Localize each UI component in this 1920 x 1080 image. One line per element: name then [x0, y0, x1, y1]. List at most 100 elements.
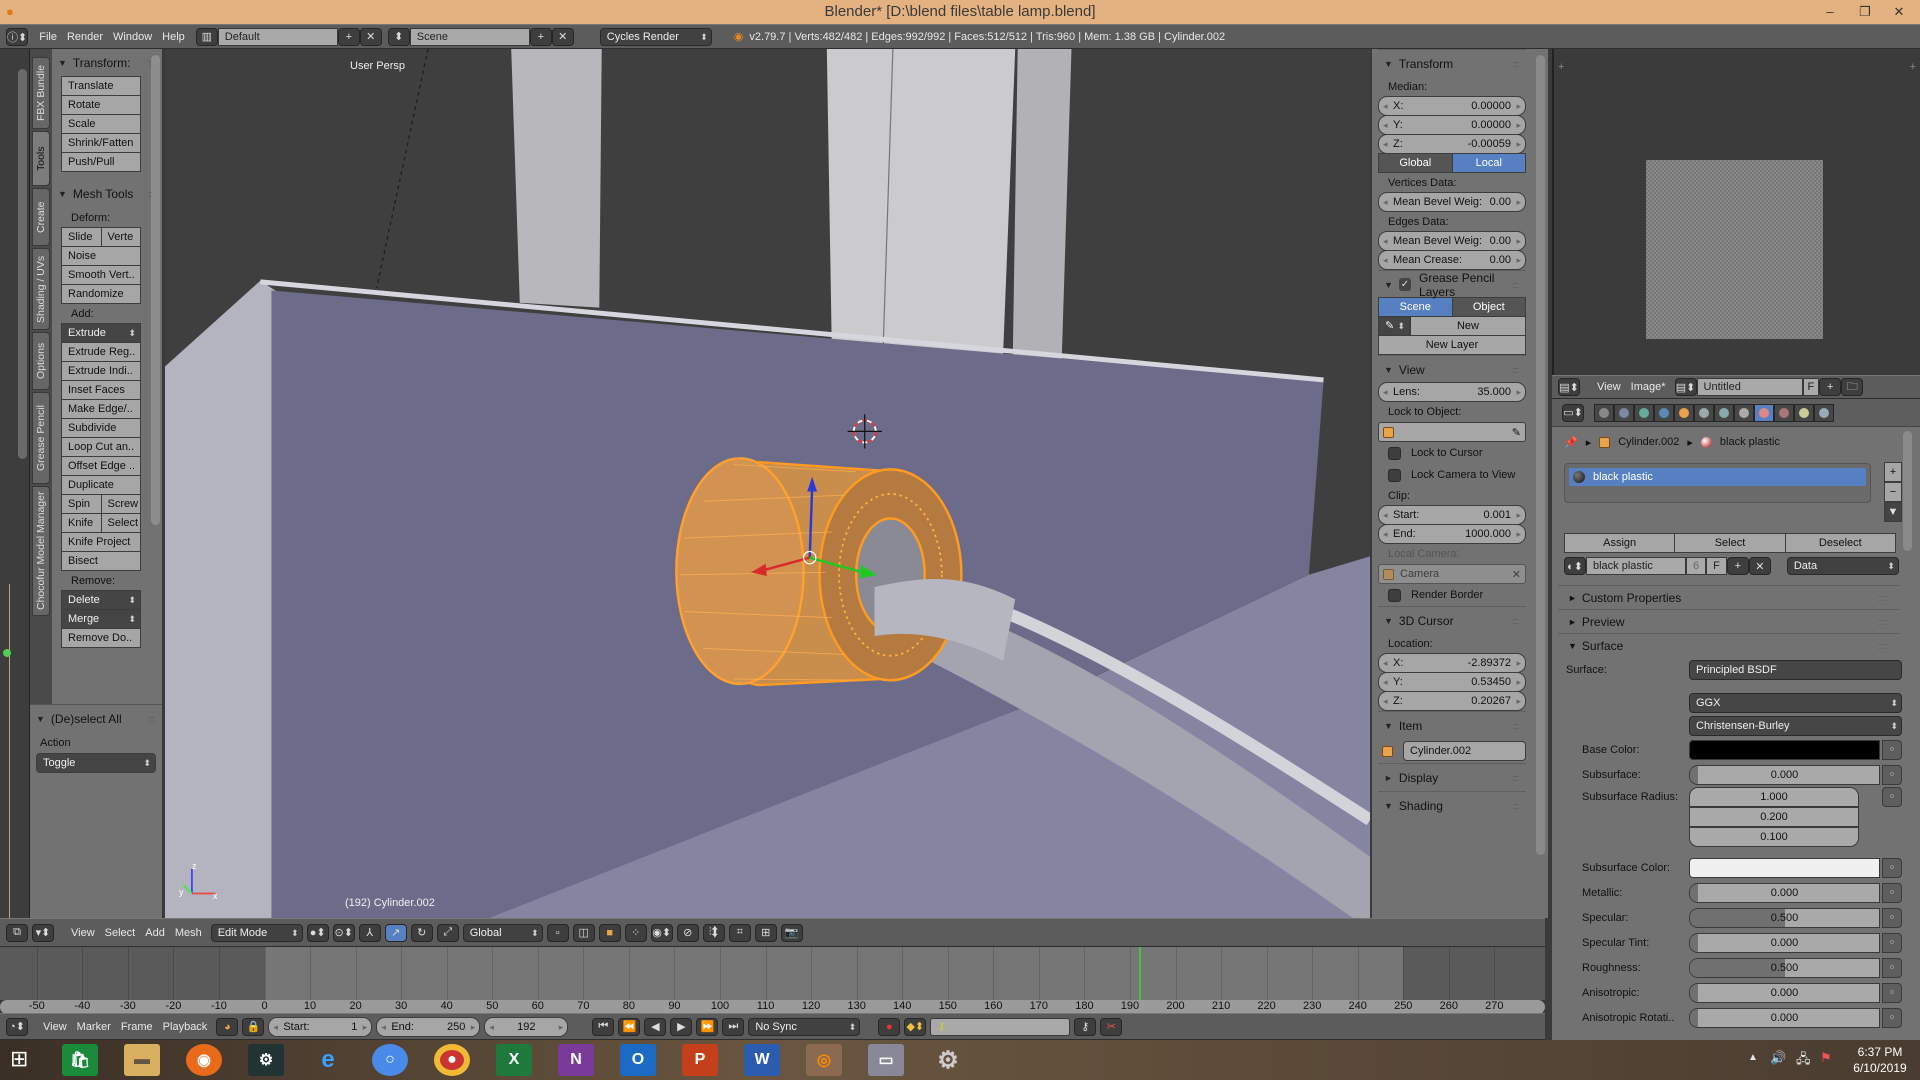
drag-grip-icon[interactable]: :::: — [148, 714, 155, 724]
drag-grip-icon[interactable]: :::: — [1878, 617, 1888, 627]
properties-tab-modifiers-icon[interactable] — [1714, 403, 1734, 422]
add-scene-icon[interactable]: + — [529, 27, 552, 46]
proportional-edit-icon[interactable]: ◉⬍ — [650, 923, 673, 942]
transform-orientation-dropdown[interactable]: Global — [462, 923, 543, 942]
material-slot-item[interactable]: black plastic — [1569, 468, 1866, 486]
edge-browser-icon[interactable]: e — [310, 1044, 346, 1076]
viewport-scene[interactable] — [165, 49, 1370, 918]
subdivide-button[interactable]: Subdivide — [61, 418, 141, 438]
action-dropdown[interactable]: Toggle — [36, 753, 156, 773]
system-clock[interactable]: 6:37 PM 6/10/2019 — [1850, 1044, 1910, 1076]
roughness-slider[interactable]: 0.500 — [1689, 957, 1880, 978]
properties-tab-render-layers-icon[interactable] — [1614, 403, 1634, 422]
select-button[interactable]: Select — [100, 513, 141, 533]
checkbox-lock-to-cursor[interactable]: Lock to Cursor — [1378, 442, 1526, 464]
lock-icon[interactable]: 🔒 — [242, 1017, 265, 1036]
properties-tab-material-icon[interactable] — [1754, 403, 1774, 422]
selected-cylinder-mesh[interactable] — [675, 457, 963, 687]
drag-grip-icon[interactable]: :::: — [1512, 280, 1519, 290]
tray-chevron-icon[interactable]: ▲ — [1748, 1052, 1758, 1063]
field-y[interactable]: Y: 0.53450 — [1378, 672, 1526, 692]
properties-tab-particles-icon[interactable] — [1794, 403, 1814, 422]
keyframe-point[interactable] — [3, 649, 11, 657]
field-mean-bevel-weig[interactable]: Mean Bevel Weig: 0.00 — [1378, 192, 1526, 212]
merge-dropdown[interactable]: Merge — [61, 609, 141, 629]
npanel-scrollbar[interactable] — [1536, 55, 1545, 855]
properties-tab-texture-icon[interactable] — [1774, 403, 1794, 422]
material-browse-icon[interactable]: ◐⬍ — [1564, 557, 1586, 575]
properties-tab-render-icon[interactable] — [1594, 403, 1614, 422]
editor-type-properties-icon[interactable]: ▭⬍ — [1562, 403, 1584, 422]
panel-header-grease-pencil-layers[interactable]: ▼ ✓ Grease Pencil Layers:::: — [1378, 270, 1526, 299]
verte-button[interactable]: Verte — [100, 227, 141, 247]
socket-icon[interactable]: o — [1882, 857, 1902, 878]
properties-tab-data-icon[interactable] — [1734, 403, 1754, 422]
image-menu-view[interactable]: View — [1592, 381, 1626, 393]
socket-icon[interactable]: o — [1882, 957, 1902, 978]
sync-mode-dropdown[interactable]: No Sync — [748, 1017, 861, 1036]
add-slot-button[interactable]: + — [1884, 462, 1902, 482]
field-x[interactable]: X: 0.00000 — [1378, 96, 1526, 116]
deselect-button[interactable]: Deselect — [1784, 533, 1896, 553]
onenote-icon[interactable]: N — [558, 1044, 594, 1076]
view3d-menu-mesh[interactable]: Mesh — [170, 927, 207, 939]
panel-header-3d-cursor[interactable]: ▼ 3D Cursor:::: — [1378, 606, 1526, 634]
socket-icon[interactable]: o — [1882, 1007, 1902, 1028]
pin-icon[interactable]: 📌 — [1564, 436, 1578, 449]
fake-user-button[interactable]: F — [1802, 378, 1820, 396]
drag-grip-icon[interactable]: :::: — [1878, 593, 1888, 603]
local-camera-field[interactable]: Camera ✕ — [1378, 564, 1526, 584]
blender-taskbar-icon[interactable]: ◎ — [806, 1044, 842, 1076]
specular-slider[interactable]: 0.500 — [1689, 907, 1880, 928]
field-y[interactable]: Y: 0.00000 — [1378, 115, 1526, 135]
new-material-icon[interactable]: + — [1726, 557, 1749, 575]
layers-icon[interactable]: ⊞ — [754, 923, 777, 942]
local-button[interactable]: Local — [1451, 153, 1526, 173]
loop-cut-an-button[interactable]: Loop Cut an.. — [61, 437, 141, 457]
object-button[interactable]: Object — [1451, 297, 1526, 317]
socket-icon[interactable]: o — [1882, 787, 1902, 807]
current-frame-field[interactable]: 192 — [484, 1016, 569, 1037]
chrome-icon[interactable]: ● — [434, 1044, 470, 1076]
play-reverse-icon[interactable]: ◀ — [644, 1017, 667, 1036]
store-icon[interactable]: 🛍 — [62, 1044, 98, 1076]
field-x[interactable]: X: -2.89372 — [1378, 653, 1526, 673]
spin-button[interactable]: Spin — [61, 494, 102, 514]
metallic-slider[interactable]: 0.000 — [1689, 882, 1880, 903]
checkbox-box[interactable] — [1388, 588, 1401, 602]
socket-icon[interactable]: o — [1882, 907, 1902, 928]
section-surface[interactable]: ▼ Surface:::: — [1558, 633, 1900, 657]
unlink-material-icon[interactable]: ✕ — [1748, 557, 1771, 575]
scale-manipulator-icon[interactable]: ⤢ — [436, 923, 459, 942]
lock-object-field[interactable]: ✎ — [1378, 422, 1526, 442]
subsurface-method-dropdown[interactable]: Christensen-Burley — [1689, 716, 1902, 736]
drag-grip-icon[interactable]: :::: — [1512, 365, 1519, 375]
panel-header-view[interactable]: ▼ View:::: — [1378, 355, 1526, 383]
firefox-icon[interactable]: ◉ — [186, 1044, 222, 1076]
snap-target-icon[interactable]: ⌗ — [728, 923, 751, 942]
editor-type-info-icon[interactable]: ⓘ⬍ — [6, 27, 29, 46]
timeline-menu-frame[interactable]: Frame — [116, 1021, 158, 1033]
surface-shader-dropdown[interactable]: Principled BSDF — [1689, 659, 1902, 680]
layout-icon[interactable]: ▥ — [195, 27, 218, 46]
snap-element-icon[interactable]: ⫶⬍ — [702, 923, 725, 942]
excel-icon[interactable]: X — [496, 1044, 532, 1076]
edge-select-icon[interactable]: ◫ — [572, 923, 595, 942]
add-region-icon[interactable]: + — [1558, 61, 1564, 73]
render-engine-dropdown[interactable]: Cycles Render — [599, 27, 712, 46]
eyedropper-icon[interactable]: ✎ — [1512, 426, 1521, 439]
distribution-dropdown[interactable]: GGX — [1689, 692, 1902, 713]
translate-manipulator-icon[interactable]: ↗ — [384, 923, 407, 942]
panel-header-mesh-tools[interactable]: ▼Mesh Tools:::: — [52, 180, 162, 208]
tab-tools[interactable]: Tools — [32, 131, 50, 186]
preview-range-icon[interactable]: ◕ — [216, 1017, 239, 1036]
keying-icon[interactable]: ◆⬍ — [904, 1017, 927, 1036]
editor-type-timeline-icon[interactable]: ◔⬍ — [6, 1017, 28, 1036]
material-link-dropdown[interactable]: Data — [1786, 557, 1899, 575]
global-button[interactable]: Global — [1378, 153, 1453, 173]
breadcrumb-material[interactable]: black plastic — [1720, 436, 1780, 448]
scale-button[interactable]: Scale — [61, 114, 141, 134]
frame-ruler[interactable]: -50 -40 -30 -20 -10 0 10 20 30 40 50 60 70 80 90 100 110… — [0, 1000, 1545, 1014]
randomize-button[interactable]: Randomize — [61, 284, 141, 304]
checkbox[interactable]: ✓ — [1398, 278, 1412, 291]
